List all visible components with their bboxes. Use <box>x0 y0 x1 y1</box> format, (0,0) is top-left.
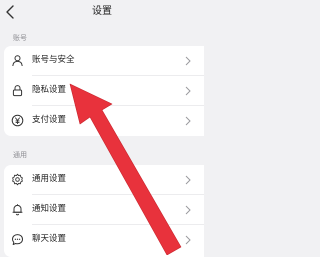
chevron-right-icon <box>185 235 191 245</box>
settings-item-label: 隐私设置 <box>32 85 67 95</box>
lock-icon <box>12 85 23 97</box>
bell-icon <box>12 204 23 216</box>
settings-item-label: 通用设置 <box>32 174 67 184</box>
settings-item-label: 通知设置 <box>32 204 67 214</box>
chevron-right-icon <box>185 175 191 185</box>
settings-item-notifications[interactable]: 通知设置 <box>4 195 204 225</box>
top-bar: 设置 <box>0 0 204 28</box>
settings-item-label: 聊天设置 <box>32 234 67 244</box>
page-title: 设置 <box>92 6 112 17</box>
settings-item-chat[interactable]: 聊天设置 <box>4 225 204 255</box>
settings-item-general[interactable]: 通用设置 <box>4 165 204 195</box>
section-label-account: 账号 <box>13 34 27 42</box>
chevron-right-icon <box>185 205 191 215</box>
settings-item-privacy[interactable]: 隐私设置 <box>4 76 204 106</box>
user-icon <box>12 55 23 67</box>
section-label-general: 通用 <box>13 151 27 159</box>
settings-item-label: 账号与安全 <box>32 55 75 65</box>
general-settings-card: 通用设置 通知设置 聊天设置 <box>4 165 204 257</box>
settings-item-payment[interactable]: 支付设置 <box>4 106 204 136</box>
chat-icon <box>12 234 23 245</box>
chevron-right-icon <box>185 56 191 66</box>
settings-item-account-security[interactable]: 账号与安全 <box>4 46 204 76</box>
chevron-right-icon <box>185 86 191 96</box>
account-settings-card: 账号与安全 隐私设置 支付设置 <box>4 46 204 136</box>
yen-icon <box>11 114 24 127</box>
chevron-right-icon <box>185 116 191 126</box>
gear-icon <box>12 173 23 186</box>
settings-item-label: 支付设置 <box>32 115 67 125</box>
